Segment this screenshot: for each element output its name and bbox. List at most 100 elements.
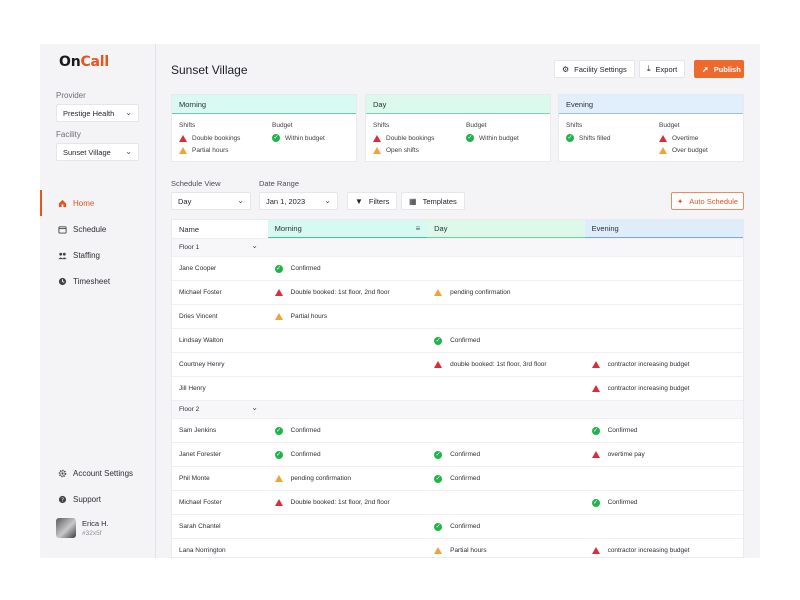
schedule-view-select[interactable]: Day ⌄ xyxy=(171,192,251,210)
staff-name: Phil Monte xyxy=(179,475,210,482)
auto-schedule-button[interactable]: ✦ Auto Schedule xyxy=(671,192,744,210)
cell-evening[interactable]: ✓ Confirmed xyxy=(585,419,743,442)
staff-name: Courtney Henry xyxy=(179,361,225,368)
table-row[interactable]: Courtney Henry double booked: 1st floor, … xyxy=(172,352,743,376)
facility-select[interactable]: Sunset Village ⌄ xyxy=(56,143,139,161)
budget-column: Budget ✓ Within budget xyxy=(272,122,325,146)
sidebar: OnCall Provider Prestige Health ⌄ Facili… xyxy=(40,44,156,558)
cell-evening[interactable]: contractor increasing budget xyxy=(585,539,743,557)
cell-day[interactable]: ✓ Confirmed xyxy=(427,515,584,538)
cell-day[interactable]: ✓ Confirmed xyxy=(427,443,584,466)
cell-morning[interactable]: Double booked: 1st floor, 2nd floor xyxy=(268,491,427,514)
table-row[interactable]: Lana Norrington Partial hours contractor i… xyxy=(172,538,743,557)
cell-text: Partial hours xyxy=(450,547,487,554)
nav-home[interactable]: Home xyxy=(40,190,156,216)
cell-morning[interactable]: ✓ Confirmed xyxy=(268,443,427,466)
table-header: Name Morning ≡ Day Evening xyxy=(172,220,743,238)
sort-icon[interactable]: ≡ xyxy=(415,224,420,233)
cell-evening xyxy=(585,281,743,304)
column-header-name[interactable]: Name xyxy=(172,220,268,238)
shifts-label: Shifts xyxy=(179,122,196,129)
summary-text: Double bookings xyxy=(386,134,435,142)
cell-text: Confirmed xyxy=(607,499,638,506)
summary-card-evening: Evening Shifts ✓ Shifts filled Budget Ove… xyxy=(558,94,744,162)
table-row[interactable]: Michael Foster Double booked: 1st floor, … xyxy=(172,280,743,304)
cell-evening[interactable]: ✓ Confirmed xyxy=(585,491,743,514)
table-row[interactable]: Janet Forester ✓ Confirmed ✓ Confirmed overti… xyxy=(172,442,743,466)
grid-icon: ▦ xyxy=(409,196,417,206)
summary-item: ✓ Shifts filled xyxy=(566,134,610,142)
group-row[interactable]: Floor 1 ⌄ xyxy=(172,238,743,256)
group-row[interactable]: Floor 2 ⌄ xyxy=(172,400,743,418)
nav-timesheet[interactable]: Timesheet xyxy=(40,268,156,294)
cell-morning[interactable]: pending confirmation xyxy=(268,467,427,490)
cell-text: Confirmed xyxy=(450,523,481,530)
page-title: Sunset Village xyxy=(171,63,248,77)
gear-icon: ⚙ xyxy=(562,64,570,74)
warning-icon xyxy=(274,475,283,482)
table-row[interactable]: Jane Cooper ✓ Confirmed xyxy=(172,256,743,280)
table-row[interactable]: Lindsay Walton ✓ Confirmed xyxy=(172,328,743,352)
chevron-down-icon[interactable]: ⌄ xyxy=(251,241,258,250)
cell-day[interactable]: Partial hours xyxy=(427,539,584,557)
nav-staffing[interactable]: Staffing xyxy=(40,242,156,268)
cell-morning[interactable]: Partial hours xyxy=(268,305,427,328)
summary-text: Partial hours xyxy=(192,146,229,154)
user-profile[interactable]: Erica H. #32x5f xyxy=(56,518,109,538)
staff-name: Sam Jenkins xyxy=(179,427,217,434)
facility-settings-button[interactable]: ⚙ Facility Settings xyxy=(554,60,635,78)
budget-label: Budget xyxy=(272,122,293,129)
check-icon: ✓ xyxy=(566,134,574,142)
budget-label: Budget xyxy=(659,122,680,129)
date-range-select[interactable]: Jan 1, 2023 ⌄ xyxy=(259,192,338,210)
cell-day[interactable]: ✓ Confirmed xyxy=(427,329,584,352)
nav-account-settings[interactable]: Account Settings xyxy=(40,460,156,486)
staff-name: Jane Cooper xyxy=(179,265,217,272)
column-header-morning[interactable]: Morning ≡ xyxy=(267,220,428,238)
summary-text: Overtime xyxy=(672,134,699,142)
app-logo[interactable]: OnCall xyxy=(59,54,109,70)
warning-icon xyxy=(274,313,283,320)
export-button[interactable]: ⤓ Export xyxy=(639,60,686,78)
templates-button[interactable]: ▦ Templates xyxy=(401,192,465,210)
table-row[interactable]: Michael Foster Double booked: 1st floor, … xyxy=(172,490,743,514)
cell-evening[interactable]: contractor increasing budget xyxy=(585,353,743,376)
column-header-evening[interactable]: Evening xyxy=(584,220,743,238)
table-row[interactable]: Jill Henry contractor increasing budget xyxy=(172,376,743,400)
provider-select[interactable]: Prestige Health ⌄ xyxy=(56,104,139,122)
cell-day[interactable]: pending confirmation xyxy=(427,281,584,304)
check-icon: ✓ xyxy=(274,264,283,273)
cell-morning[interactable]: ✓ Confirmed xyxy=(268,419,427,442)
chevron-down-icon[interactable]: ⌄ xyxy=(251,403,258,412)
cell-day[interactable]: ✓ Confirmed xyxy=(427,467,584,490)
table-row[interactable]: Phil Monte pending confirmation ✓ Confirmed xyxy=(172,466,743,490)
card-title: Morning xyxy=(172,95,356,114)
templates-label: Templates xyxy=(422,196,457,206)
publish-button[interactable]: ➚ Publish xyxy=(694,60,744,78)
staff-name: Lana Norrington xyxy=(179,547,226,554)
filters-button[interactable]: ▼ Filters xyxy=(347,192,398,210)
table-row[interactable]: Sarah Chantel ✓ Confirmed xyxy=(172,514,743,538)
warning-icon xyxy=(434,289,443,296)
cell-morning[interactable]: Double booked: 1st floor, 2nd floor xyxy=(268,281,427,304)
cell-evening[interactable]: overtime pay xyxy=(585,443,743,466)
nav-support[interactable]: ? Support xyxy=(40,486,156,512)
table-row[interactable]: Dries Vincent Partial hours xyxy=(172,304,743,328)
cell-text: Confirmed xyxy=(450,475,481,482)
group-label: Floor 2 xyxy=(179,406,200,413)
check-icon: ✓ xyxy=(274,426,283,435)
cell-text: contractor increasing budget xyxy=(607,547,690,554)
user-id: #32x5f xyxy=(82,530,102,537)
shifts-column: Shifts Double bookings Partial hours xyxy=(179,122,240,158)
cell-morning xyxy=(268,377,427,400)
cell-morning[interactable]: ✓ Confirmed xyxy=(268,257,427,280)
nav-schedule[interactable]: Schedule xyxy=(40,216,156,242)
cell-evening[interactable]: contractor increasing budget xyxy=(585,377,743,400)
column-header-day[interactable]: Day xyxy=(427,220,585,238)
summary-text: Within budget xyxy=(479,134,519,142)
cell-morning xyxy=(268,353,427,376)
table-row[interactable]: Sam Jenkins ✓ Confirmed ✓ Confirmed xyxy=(172,418,743,442)
cell-day[interactable]: double booked: 1st floor, 3rd floor xyxy=(427,353,584,376)
cell-morning xyxy=(268,515,427,538)
clock-icon xyxy=(57,276,67,286)
